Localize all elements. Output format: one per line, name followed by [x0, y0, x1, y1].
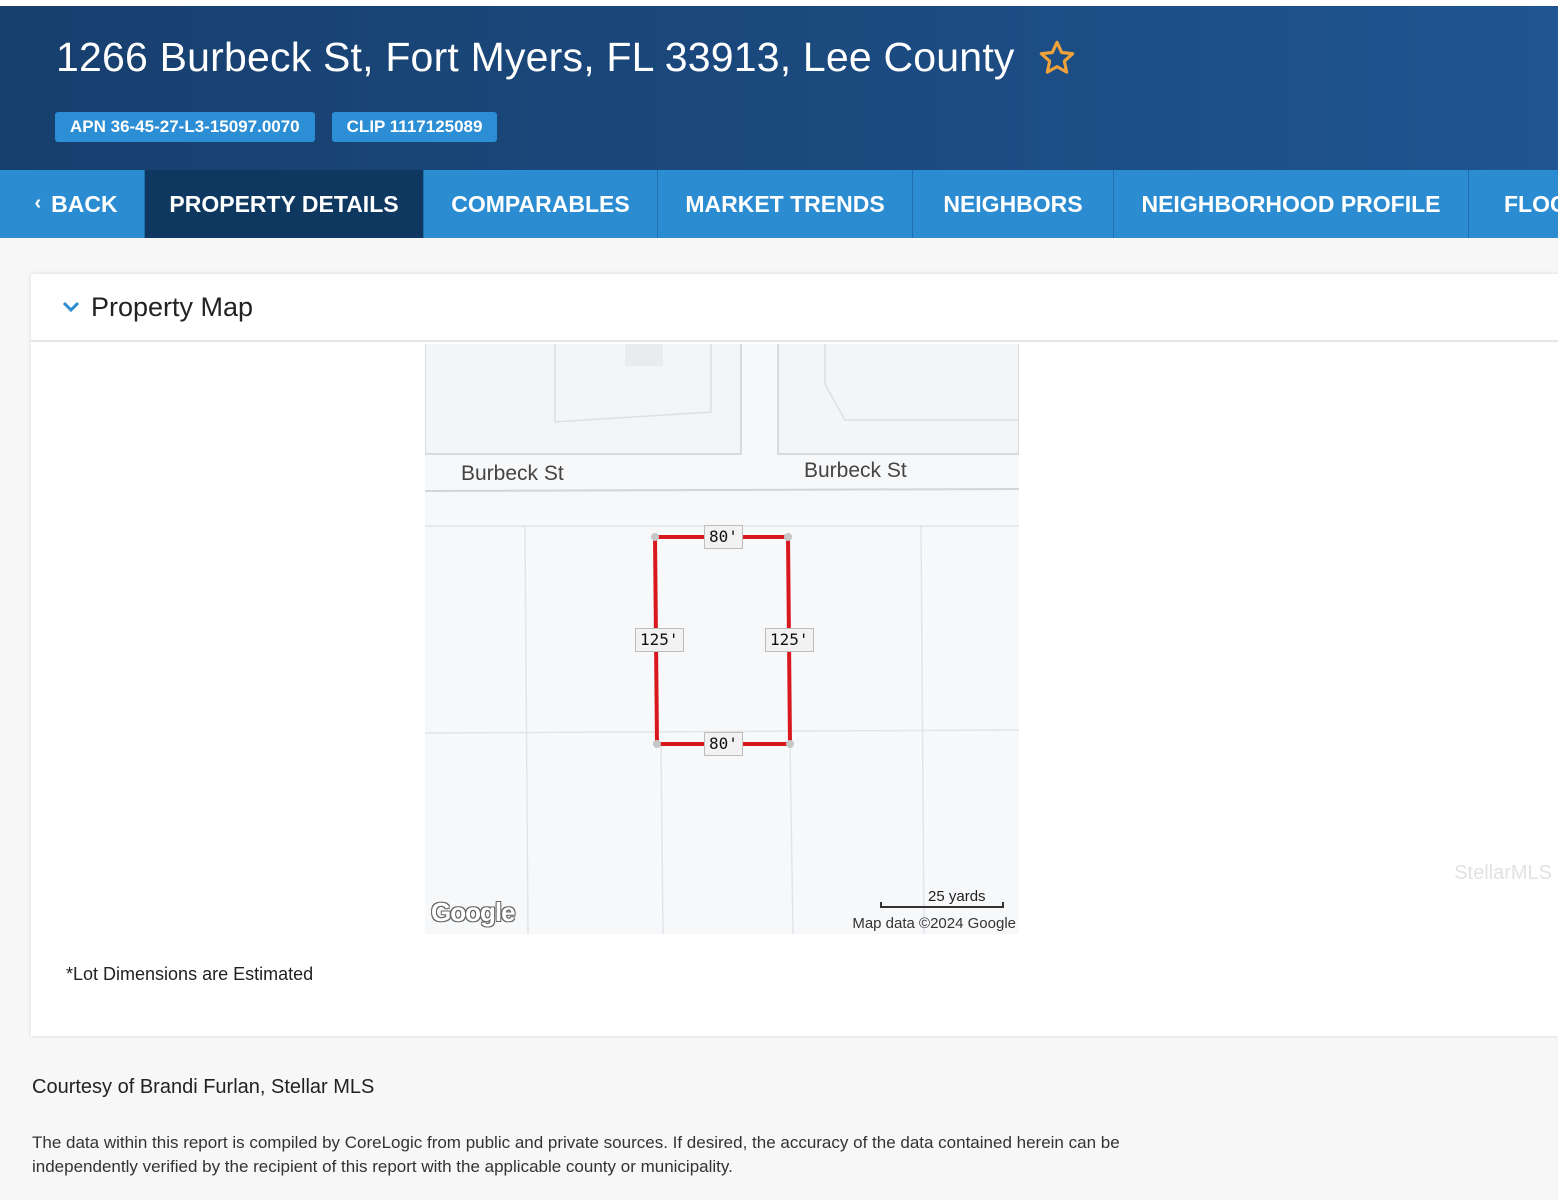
back-label: BACK	[51, 191, 118, 217]
property-map-panel: Property Map Burbeck St Burbeck St 80' 8…	[31, 274, 1558, 1036]
map-attribution[interactable]: Map data ©2024 Google	[852, 915, 1016, 932]
property-address-title: 1266 Burbeck St, Fort Myers, FL 33913, L…	[56, 34, 1015, 80]
apn-badge: APN 36-45-27-L3-15097.0070	[55, 112, 315, 142]
tab-comparables[interactable]: COMPARABLES	[424, 170, 658, 238]
chevron-left-icon: ‹	[34, 192, 42, 214]
property-map-toggle[interactable]: Property Map	[31, 274, 1558, 342]
tab-navigation: ‹ BACK PROPERTY DETAILS COMPARABLES MARKE…	[0, 170, 1558, 238]
lot-dimension-left: 125'	[635, 628, 684, 652]
tab-floc[interactable]: FLOC	[1469, 170, 1558, 238]
lot-dimension-top: 80'	[704, 525, 743, 549]
tab-neighbors[interactable]: NEIGHBORS	[913, 170, 1114, 238]
map-canvas	[425, 344, 1019, 934]
tab-neighborhood-profile[interactable]: NEIGHBORHOOD PROFILE	[1114, 170, 1469, 238]
section-title: Property Map	[91, 291, 254, 322]
google-logo[interactable]: Google	[431, 897, 516, 928]
property-map[interactable]: Burbeck St Burbeck St 80' 80' 125' 125' …	[425, 344, 1019, 934]
street-label-burbeck-left: Burbeck St	[461, 462, 564, 485]
star-outline-icon[interactable]	[1037, 38, 1077, 78]
id-badges: APN 36-45-27-L3-15097.0070 CLIP 11171250…	[55, 112, 514, 142]
tab-property-details[interactable]: PROPERTY DETAILS	[145, 170, 424, 238]
tab-market-trends[interactable]: MARKET TRENDS	[658, 170, 913, 238]
property-header: 1266 Burbeck St, Fort Myers, FL 33913, L…	[0, 0, 1558, 170]
map-scale-bar	[880, 902, 1004, 908]
clip-badge: CLIP 1117125089	[331, 112, 498, 142]
back-button[interactable]: ‹ BACK	[0, 170, 145, 238]
data-disclaimer: The data within this report is compiled …	[32, 1133, 1120, 1176]
lot-dimension-right: 125'	[765, 628, 814, 652]
listing-courtesy: Courtesy of Brandi Furlan, Stellar MLS	[32, 1076, 375, 1098]
lot-dimensions-footnote: *Lot Dimensions are Estimated	[66, 964, 314, 984]
stellar-mls-watermark: StellarMLS	[1454, 862, 1552, 884]
chevron-down-icon	[62, 301, 80, 313]
lot-dimension-bottom: 80'	[704, 732, 743, 756]
title-row: 1266 Burbeck St, Fort Myers, FL 33913, L…	[56, 34, 1077, 81]
street-label-burbeck-right: Burbeck St	[804, 459, 907, 482]
